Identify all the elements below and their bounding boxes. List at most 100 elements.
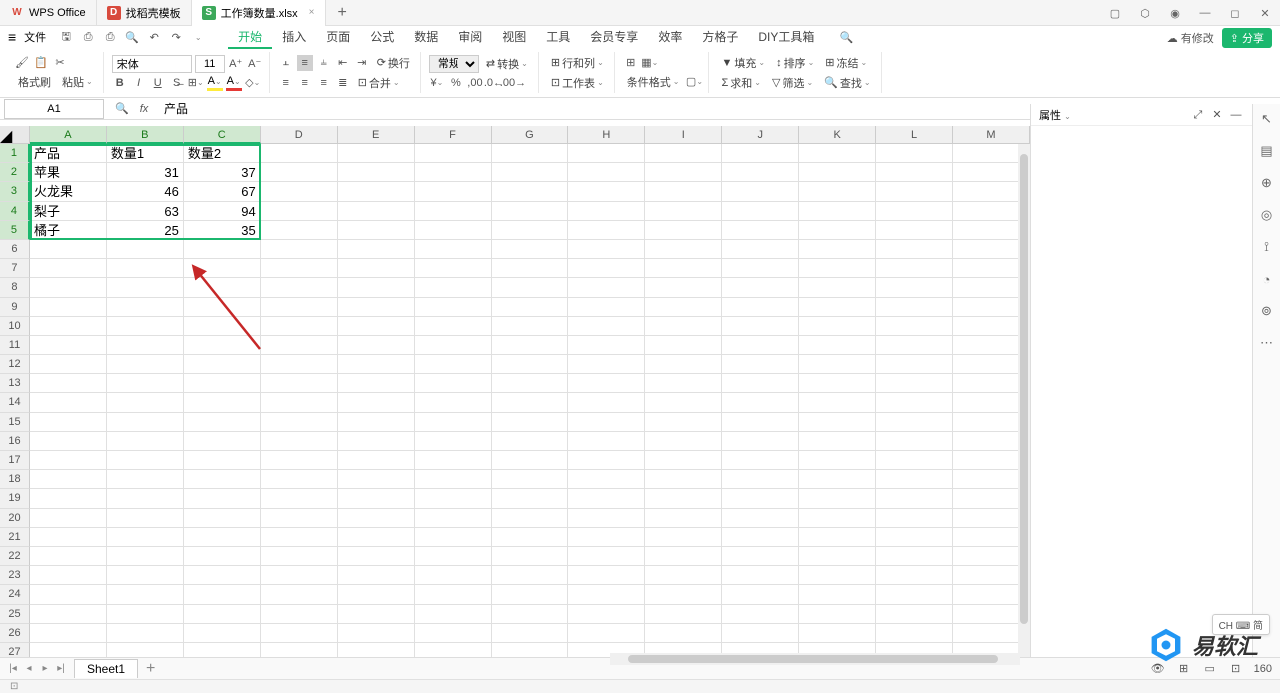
cell[interactable]: [799, 317, 876, 336]
close-button[interactable]: ✕: [1250, 0, 1280, 26]
row-header[interactable]: 16: [0, 432, 30, 451]
cell[interactable]: [722, 451, 799, 470]
cell[interactable]: [645, 278, 722, 297]
increase-decimal-icon[interactable]: .00→: [505, 75, 521, 91]
cell[interactable]: 橘子: [30, 221, 107, 240]
tab-page[interactable]: 页面: [316, 26, 360, 49]
cell[interactable]: [184, 298, 261, 317]
format-painter-icon[interactable]: 🖌: [14, 55, 30, 71]
cell[interactable]: [799, 566, 876, 585]
row-header[interactable]: 22: [0, 547, 30, 566]
cell[interactable]: [261, 605, 338, 624]
cell[interactable]: [338, 528, 415, 547]
cut-icon[interactable]: ✂: [52, 55, 68, 71]
cell[interactable]: [645, 163, 722, 182]
cell[interactable]: [261, 528, 338, 547]
cell[interactable]: [415, 278, 492, 297]
cell[interactable]: [184, 509, 261, 528]
cell[interactable]: [568, 432, 645, 451]
cell[interactable]: [876, 528, 953, 547]
cell[interactable]: [799, 221, 876, 240]
row-header[interactable]: 10: [0, 317, 30, 336]
cell[interactable]: [107, 413, 184, 432]
cell[interactable]: [338, 393, 415, 412]
sheet-prev-icon[interactable]: ◂: [22, 663, 36, 674]
format-painter-button[interactable]: 格式刷: [14, 73, 55, 91]
cell[interactable]: [338, 298, 415, 317]
cell[interactable]: [722, 547, 799, 566]
row-header[interactable]: 13: [0, 374, 30, 393]
cell[interactable]: [184, 278, 261, 297]
grid-body[interactable]: 1产品数量1数量22苹果31373火龙果46674梨子63945橘子253567…: [0, 144, 1030, 662]
number-format-select[interactable]: 常规: [429, 55, 479, 73]
cell[interactable]: [492, 163, 569, 182]
cell[interactable]: [568, 413, 645, 432]
cell[interactable]: 25: [107, 221, 184, 240]
cell[interactable]: [415, 509, 492, 528]
cell[interactable]: [261, 355, 338, 374]
col-header-b[interactable]: B: [107, 126, 184, 144]
cell[interactable]: [645, 451, 722, 470]
cell[interactable]: [799, 298, 876, 317]
horizontal-scrollbar[interactable]: [610, 653, 1020, 665]
cell[interactable]: [799, 144, 876, 163]
cell[interactable]: [30, 605, 107, 624]
cell[interactable]: 37: [184, 163, 261, 182]
cell[interactable]: [492, 202, 569, 221]
zoom-level[interactable]: 160: [1254, 663, 1272, 675]
cell[interactable]: [107, 432, 184, 451]
cell[interactable]: [415, 432, 492, 451]
cell[interactable]: [722, 566, 799, 585]
row-header[interactable]: 2: [0, 163, 30, 182]
cell[interactable]: [876, 624, 953, 643]
cell[interactable]: [415, 298, 492, 317]
cell[interactable]: [722, 202, 799, 221]
sheet-last-icon[interactable]: ▸|: [54, 663, 68, 674]
row-header[interactable]: 5: [0, 221, 30, 240]
cell[interactable]: [568, 451, 645, 470]
cell[interactable]: [876, 221, 953, 240]
cell[interactable]: [415, 585, 492, 604]
cell[interactable]: [722, 278, 799, 297]
cell[interactable]: 63: [107, 202, 184, 221]
cell[interactable]: [645, 509, 722, 528]
cell[interactable]: [492, 221, 569, 240]
cell[interactable]: [184, 432, 261, 451]
cell[interactable]: [338, 470, 415, 489]
cell[interactable]: [30, 624, 107, 643]
cell[interactable]: [799, 182, 876, 201]
select-tool-icon[interactable]: ↖: [1258, 110, 1276, 128]
cell[interactable]: [492, 144, 569, 163]
cell[interactable]: [568, 528, 645, 547]
cell[interactable]: [568, 202, 645, 221]
cell[interactable]: [876, 605, 953, 624]
cell[interactable]: 46: [107, 182, 184, 201]
cell[interactable]: [722, 624, 799, 643]
cell[interactable]: [338, 547, 415, 566]
col-header-l[interactable]: L: [876, 126, 953, 144]
format-table-icon[interactable]: ▢⌄: [686, 74, 702, 90]
cell[interactable]: [722, 144, 799, 163]
cell[interactable]: [30, 432, 107, 451]
cell[interactable]: [261, 317, 338, 336]
cell[interactable]: [722, 240, 799, 259]
cell[interactable]: [876, 489, 953, 508]
cell[interactable]: [261, 585, 338, 604]
tab-close-icon[interactable]: ×: [309, 7, 315, 18]
cell[interactable]: [492, 182, 569, 201]
cell[interactable]: [492, 278, 569, 297]
cell[interactable]: [568, 259, 645, 278]
cell[interactable]: [568, 355, 645, 374]
row-header[interactable]: 8: [0, 278, 30, 297]
cell[interactable]: [261, 374, 338, 393]
col-header-e[interactable]: E: [338, 126, 415, 144]
cell[interactable]: [261, 470, 338, 489]
cell[interactable]: [568, 298, 645, 317]
cell[interactable]: [492, 240, 569, 259]
cell[interactable]: [107, 259, 184, 278]
cell[interactable]: [645, 528, 722, 547]
col-header-h[interactable]: H: [568, 126, 645, 144]
col-header-d[interactable]: D: [261, 126, 338, 144]
underline-icon[interactable]: U: [150, 75, 166, 91]
spreadsheet-grid[interactable]: ◢ A B C D E F G H I J K L M 1产品数量1数量22苹果…: [0, 126, 1030, 667]
